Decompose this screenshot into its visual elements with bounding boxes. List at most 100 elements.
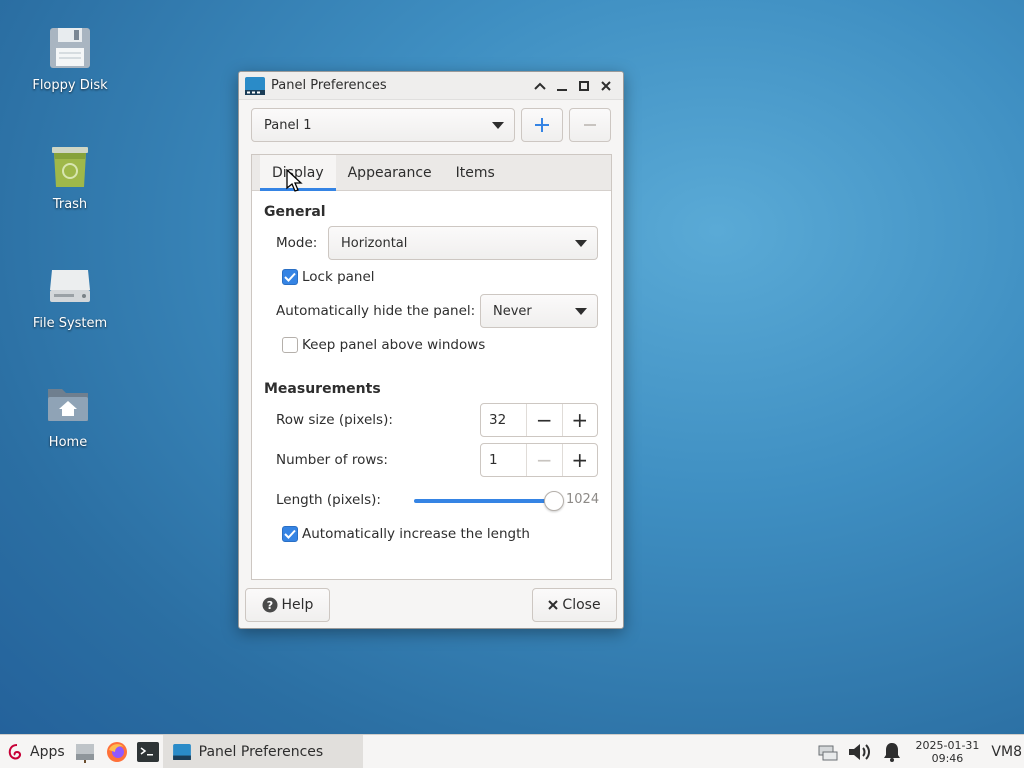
- desktop-icon-floppy[interactable]: Floppy Disk: [20, 24, 120, 93]
- panel-preferences-window: Panel Preferences Panel 1 Display Appear…: [238, 71, 624, 629]
- rows-label: Number of rows:: [276, 452, 388, 468]
- bell-icon: [884, 742, 901, 762]
- auto-length-checkbox[interactable]: Automatically increase the length: [282, 526, 530, 542]
- svg-text:?: ?: [266, 599, 272, 612]
- window-title: Panel Preferences: [271, 78, 387, 93]
- rows-increase-button[interactable]: +: [561, 444, 598, 476]
- panel-app-icon: [172, 743, 191, 760]
- taskbar-task-panel-preferences[interactable]: Panel Preferences: [162, 734, 363, 768]
- launcher-file-manager[interactable]: [69, 735, 101, 768]
- panel-select-value: Panel 1: [264, 117, 312, 133]
- shade-button[interactable]: [529, 75, 551, 97]
- maximize-button[interactable]: [573, 75, 595, 97]
- close-label: Close: [562, 597, 601, 613]
- drive-icon: [46, 262, 94, 310]
- firefox-icon: [106, 741, 127, 762]
- close-window-button[interactable]: [595, 75, 617, 97]
- autohide-select-value: Never: [493, 303, 532, 319]
- length-slider-track[interactable]: [414, 499, 554, 503]
- checkbox-unchecked-icon: [282, 337, 298, 353]
- rows-value[interactable]: 1: [481, 444, 527, 476]
- lock-panel-checkbox[interactable]: Lock panel: [282, 269, 375, 285]
- display-tab-content: General Mode: Horizontal Lock panel Auto…: [252, 192, 611, 579]
- panel-app-icon: [245, 76, 265, 95]
- taskbar: Apps Panel Preferences 2025-01-31 09:46 …: [0, 734, 1024, 768]
- row-size-value[interactable]: 32: [481, 404, 527, 436]
- minimize-button[interactable]: [551, 75, 573, 97]
- home-folder-icon: [44, 381, 92, 429]
- minimize-icon: [557, 88, 567, 91]
- length-slider-knob[interactable]: [544, 491, 564, 511]
- help-icon: ?: [262, 597, 278, 613]
- minus-icon: [584, 124, 596, 126]
- network-icon: [818, 745, 838, 760]
- lock-panel-label: Lock panel: [302, 269, 375, 285]
- desktop-icon-filesystem[interactable]: File System: [20, 262, 120, 331]
- apps-label: Apps: [30, 743, 65, 760]
- network-tray-icon[interactable]: [813, 735, 843, 768]
- row-size-label: Row size (pixels):: [276, 412, 393, 428]
- help-label: Help: [281, 597, 314, 613]
- desktop-icon-label: Home: [48, 435, 88, 450]
- help-button[interactable]: ? Help: [245, 588, 330, 622]
- general-heading: General: [264, 204, 326, 220]
- terminal-icon: [136, 741, 159, 762]
- autohide-label: Automatically hide the panel:: [276, 303, 476, 319]
- row-size-decrease-button[interactable]: −: [527, 404, 562, 436]
- close-icon: [548, 600, 559, 610]
- mode-select-value: Horizontal: [341, 235, 408, 251]
- auto-length-label: Automatically increase the length: [302, 526, 530, 542]
- panel-select[interactable]: Panel 1: [251, 108, 515, 142]
- dropdown-arrow-icon: [492, 121, 504, 129]
- row-size-increase-button[interactable]: +: [561, 404, 598, 436]
- volume-tray-icon[interactable]: [843, 735, 877, 768]
- rows-spinner[interactable]: 1 − +: [480, 443, 598, 477]
- keep-above-label: Keep panel above windows: [302, 337, 486, 353]
- mode-select[interactable]: Horizontal: [328, 226, 598, 260]
- drive-icon: [75, 743, 94, 763]
- checkbox-checked-icon: [282, 269, 298, 285]
- tab-items[interactable]: Items: [444, 155, 507, 190]
- rows-decrease-button[interactable]: −: [527, 444, 562, 476]
- task-label: Panel Preferences: [198, 743, 324, 760]
- debian-swirl-icon: [8, 743, 22, 759]
- clock-time: 09:46: [931, 751, 964, 765]
- maximize-icon: [579, 80, 589, 91]
- trash-icon: [46, 143, 94, 191]
- remove-panel-button[interactable]: [569, 108, 611, 142]
- checkbox-checked-icon: [282, 526, 298, 542]
- floppy-disk-icon: [46, 24, 94, 72]
- clock-date: 2025-01-31: [915, 738, 980, 752]
- keep-above-checkbox[interactable]: Keep panel above windows: [282, 337, 485, 353]
- apps-menu-button[interactable]: Apps: [0, 735, 69, 768]
- launcher-terminal[interactable]: [133, 735, 163, 768]
- tab-bar: Display Appearance Items: [252, 155, 611, 191]
- preferences-notebook: Display Appearance Items General Mode: H…: [251, 154, 612, 580]
- desktop-icon-trash[interactable]: Trash: [20, 143, 120, 212]
- tab-appearance[interactable]: Appearance: [336, 155, 444, 190]
- workspace-label[interactable]: VM8: [987, 735, 1024, 768]
- launcher-firefox[interactable]: [101, 735, 133, 768]
- desktop-icon-home[interactable]: Home: [18, 381, 118, 450]
- close-icon: [601, 80, 611, 91]
- add-panel-button[interactable]: [521, 108, 563, 142]
- mouse-cursor-icon: [286, 169, 303, 192]
- clock[interactable]: 2025-01-31 09:46: [907, 735, 987, 768]
- desktop-icon-label: File System: [32, 316, 108, 331]
- dropdown-arrow-icon: [575, 307, 587, 315]
- notifications-tray-icon[interactable]: [877, 735, 907, 768]
- autohide-select[interactable]: Never: [480, 294, 598, 328]
- chevron-up-icon: [534, 82, 546, 90]
- row-size-spinner[interactable]: 32 − +: [480, 403, 598, 437]
- length-value: 1024: [566, 492, 600, 507]
- plus-icon: [535, 118, 549, 132]
- measurements-heading: Measurements: [264, 381, 381, 397]
- dropdown-arrow-icon: [575, 239, 587, 247]
- length-label: Length (pixels):: [276, 492, 381, 508]
- mode-label: Mode:: [276, 235, 318, 251]
- close-button[interactable]: Close: [532, 588, 617, 622]
- window-titlebar[interactable]: Panel Preferences: [239, 72, 623, 100]
- desktop-icon-label: Floppy Disk: [32, 78, 108, 93]
- desktop-icon-label: Trash: [52, 197, 88, 212]
- volume-icon: [849, 743, 871, 760]
